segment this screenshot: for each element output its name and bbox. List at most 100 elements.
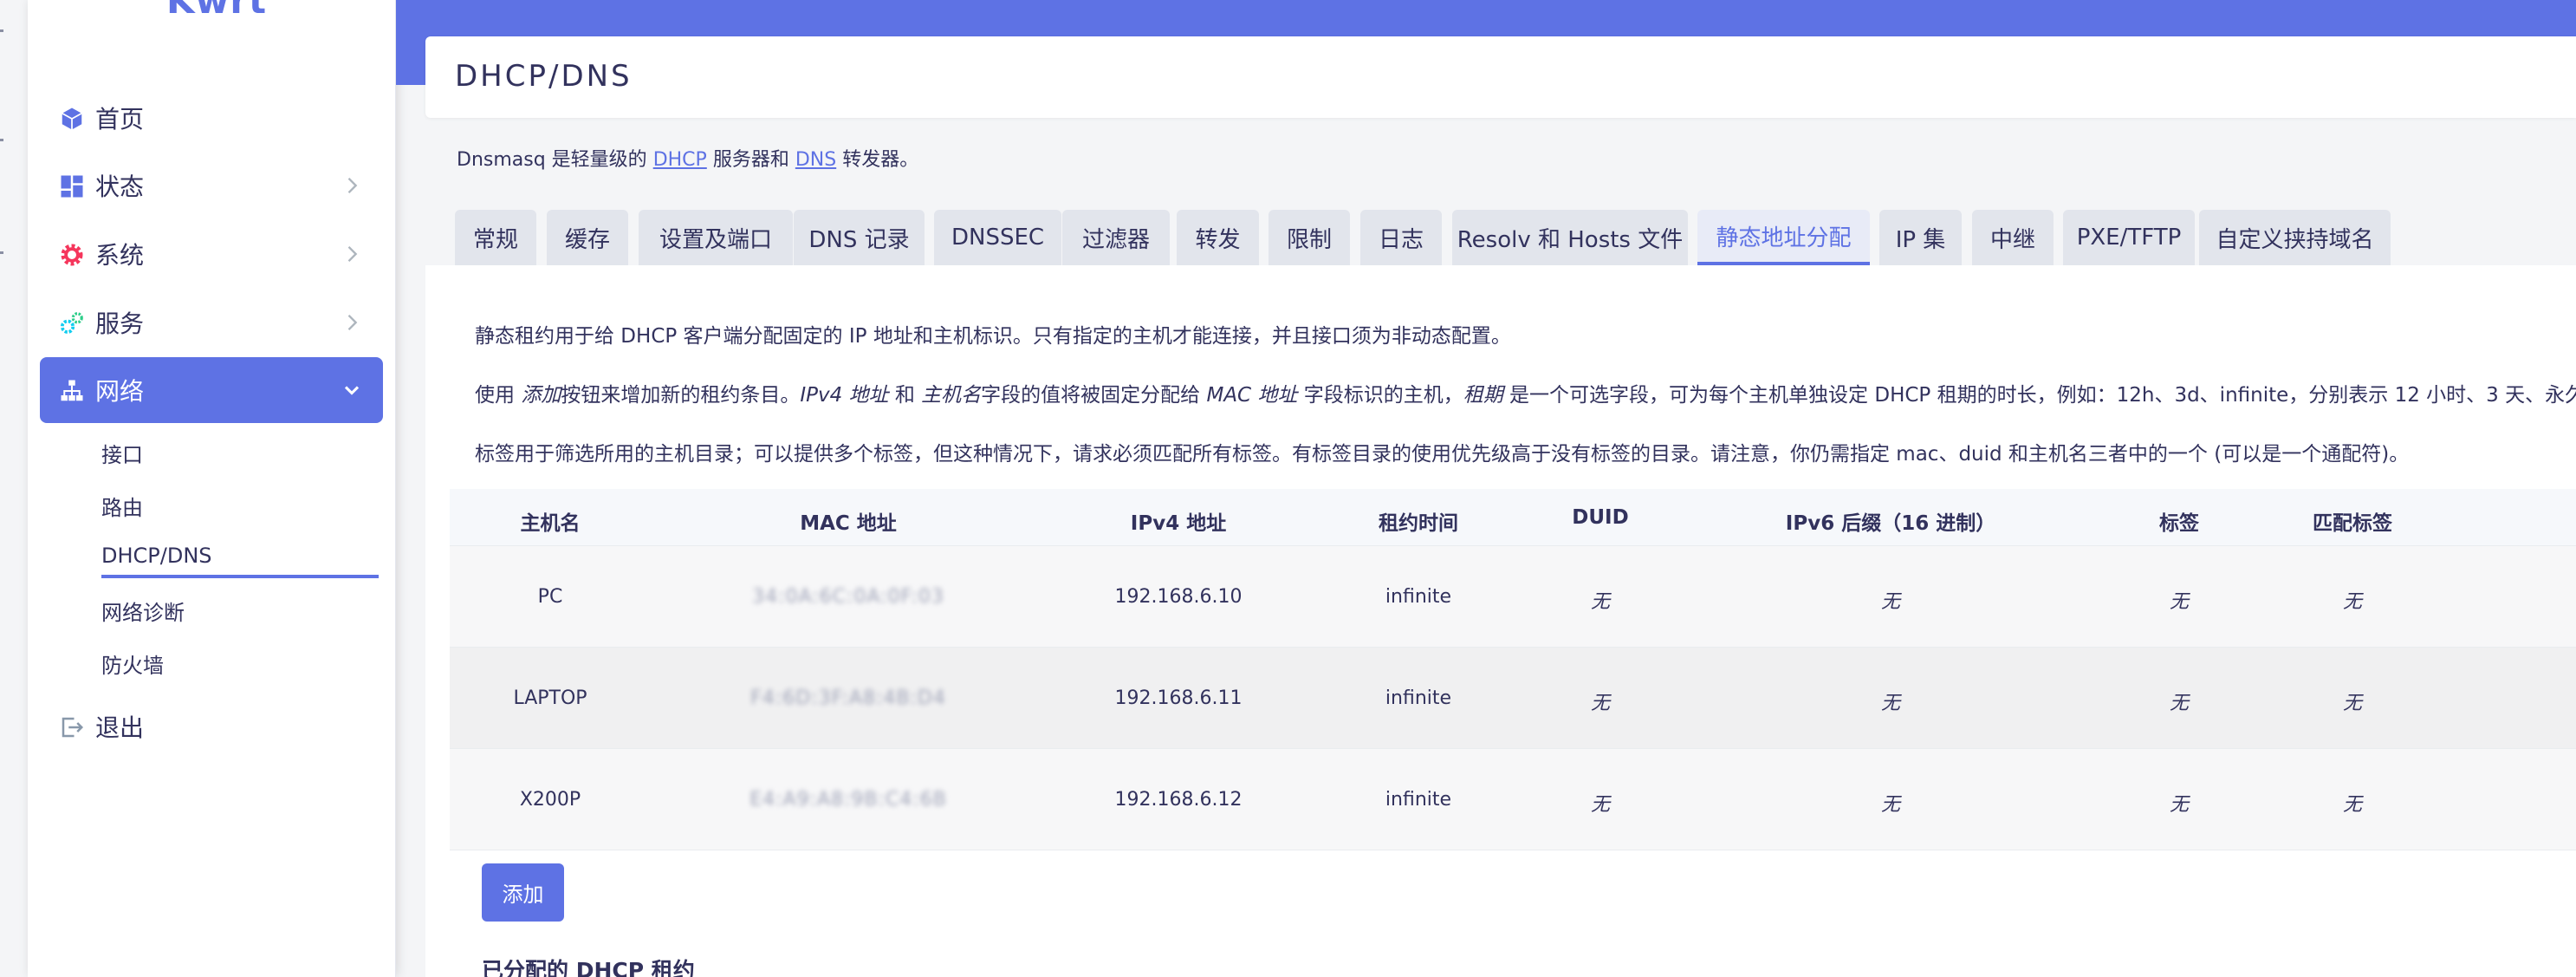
cell-ipv4: 192.168.6.10 <box>1114 586 1243 608</box>
help-text: 主机名 <box>921 384 982 407</box>
tab-relay[interactable]: 中继 <box>1972 210 2054 265</box>
chevron-right-icon <box>347 178 358 193</box>
cell-hostname: PC <box>537 586 563 608</box>
sidebar-item-network[interactable]: 网络 <box>40 357 383 423</box>
help-text: 和 <box>894 384 915 407</box>
sidebar-item-label: 状态 <box>95 173 145 201</box>
dns-link[interactable]: DNS <box>795 149 836 171</box>
help-text: 字段标识的主机， <box>1303 384 1463 407</box>
sidebar-item-label: 首页 <box>95 105 145 134</box>
column-header[interactable]: MAC 地址 <box>800 506 897 536</box>
cell-match-tag: 无 <box>2342 693 2363 714</box>
sidebar-item-home[interactable]: 首页 <box>40 85 383 151</box>
sidebar-item-status[interactable]: 状态 <box>40 153 383 218</box>
dhcp-link[interactable]: DHCP <box>653 149 707 171</box>
help-paragraph-2: 使用 添加按钮来增加新的租约条目。IPv4 地址 和 主机名字段的值将被固定分配… <box>475 378 2576 407</box>
desc-text: 服务器和 <box>712 149 789 171</box>
cell-ipv6: 无 <box>1880 693 1901 714</box>
tab-pxe-tftp[interactable]: PXE/TFTP <box>2063 210 2195 265</box>
cell-hostname: X200P <box>519 789 581 811</box>
network-icon <box>61 380 83 401</box>
tab-general[interactable]: 常规 <box>455 210 536 265</box>
column-header[interactable]: 标签 <box>2159 506 2199 536</box>
sidebar-item-label: 退出 <box>95 713 145 742</box>
chevron-right-icon <box>347 246 358 262</box>
tab-settings-ports[interactable]: 设置及端口 <box>639 210 793 265</box>
table-row[interactable]: X200P E4:A9:A8:9B:C4:6B 192.168.6.12 inf… <box>450 749 2576 850</box>
gear-icon <box>61 244 83 266</box>
table-row[interactable]: LAPTOP F4:6D:3F:A8:4B:D4 192.168.6.11 in… <box>450 648 2576 749</box>
column-header[interactable]: 匹配标签 <box>2313 506 2392 536</box>
tab-forwarding[interactable]: 转发 <box>1177 210 1259 265</box>
tab-ipsets[interactable]: IP 集 <box>1879 210 1962 265</box>
table-row[interactable]: PC 34:0A:6C:0A:0F:03 192.168.6.10 infini… <box>450 546 2576 648</box>
page-description: Dnsmasq 是轻量级的 DHCP 服务器和 DNS 转发器。 <box>457 144 918 172</box>
cell-duid: 无 <box>1590 591 1611 613</box>
dashboard-icon <box>61 175 83 198</box>
column-header[interactable]: IPv6 后缀（16 进制） <box>1786 506 1995 536</box>
cell-lease: infinite <box>1385 789 1452 811</box>
subnav-item-interfaces[interactable]: 接口 <box>101 432 379 473</box>
tab-limits[interactable]: 限制 <box>1269 210 1350 265</box>
sidebar-item-services[interactable]: 服务 <box>40 290 383 355</box>
tab-dnssec[interactable]: DNSSEC <box>934 210 1061 265</box>
help-text: MAC 地址 <box>1206 384 1298 407</box>
cell-ipv4: 192.168.6.11 <box>1114 687 1243 709</box>
cell-tag: 无 <box>2169 794 2190 816</box>
tab-cache[interactable]: 缓存 <box>547 210 628 265</box>
sidebar-item-label: 服务 <box>95 309 145 338</box>
sidebar-item-label: 系统 <box>95 241 145 270</box>
cell-tag: 无 <box>2169 693 2190 714</box>
cell-mac: 34:0A:6C:0A:0F:03 <box>752 586 944 608</box>
help-text: 字段的值将被固定分配给 <box>981 384 1201 407</box>
cell-ipv4: 192.168.6.12 <box>1114 789 1243 811</box>
table-header: 主机名 MAC 地址 IPv4 地址 租约时间 DUID IPv6 后缀（16 … <box>450 489 2576 546</box>
tab-log[interactable]: 日志 <box>1360 210 1442 265</box>
column-header[interactable]: 主机名 <box>521 506 581 536</box>
subnav-item-diagnostics[interactable]: 网络诊断 <box>101 589 379 631</box>
cell-hostname: LAPTOP <box>513 687 587 709</box>
cell-match-tag: 无 <box>2342 794 2363 816</box>
page-title: DHCP/DNS <box>455 59 633 94</box>
cell-ipv6: 无 <box>1880 794 1901 816</box>
help-paragraph-3: 标签用于筛选所用的主机目录；可以提供多个标签，但这种情况下，请求必须匹配所有标签… <box>475 443 2410 466</box>
cell-lease: infinite <box>1385 687 1452 709</box>
tab-dns-records[interactable]: DNS 记录 <box>794 210 925 265</box>
tab-filters[interactable]: 过滤器 <box>1062 210 1170 265</box>
sidebar-item-system[interactable]: 系统 <box>40 221 383 287</box>
tab-static-leases[interactable]: 静态地址分配 <box>1697 210 1870 265</box>
column-header[interactable]: IPv4 地址 <box>1131 506 1226 536</box>
edge-mark <box>0 29 3 32</box>
cell-ipv6: 无 <box>1880 591 1901 613</box>
column-header[interactable]: DUID <box>1572 506 1628 529</box>
column-header[interactable]: 租约时间 <box>1379 506 1458 536</box>
cell-duid: 无 <box>1590 794 1611 816</box>
help-paragraph-1: 静态租约用于给 DHCP 客户端分配固定的 IP 地址和主机标识。只有指定的主机… <box>475 325 1511 348</box>
puzzle-icon <box>60 312 83 334</box>
section-title-dhcp-leases: 已分配的 DHCP 租约 <box>482 958 695 977</box>
cell-mac: E4:A9:A8:9B:C4:6B <box>749 789 947 811</box>
cell-match-tag: 无 <box>2342 591 2363 613</box>
cell-tag: 无 <box>2169 591 2190 613</box>
logout-icon <box>62 717 84 738</box>
chevron-right-icon <box>347 315 358 330</box>
tab-custom-hijack-domain[interactable]: 自定义挟持域名 <box>2199 210 2391 265</box>
subnav-item-routes[interactable]: 路由 <box>101 485 379 526</box>
cell-mac: F4:6D:3F:A8:4B:D4 <box>750 687 946 709</box>
tab-resolv-hosts[interactable]: Resolv 和 Hosts 文件 <box>1452 210 1688 265</box>
sidebar-item-logout[interactable]: 退出 <box>40 694 383 759</box>
edge-mark <box>0 251 3 254</box>
brand-logo[interactable]: Kwrt <box>166 0 267 22</box>
help-text: 添加 <box>521 384 561 407</box>
help-text: 使用 <box>475 384 515 407</box>
add-lease-button[interactable]: 添加 <box>482 863 564 922</box>
subnav-item-firewall[interactable]: 防火墙 <box>101 642 379 684</box>
cell-lease: infinite <box>1385 586 1452 608</box>
cell-duid: 无 <box>1590 693 1611 714</box>
desc-text: Dnsmasq 是轻量级的 <box>457 149 647 171</box>
edge-mark <box>0 139 3 141</box>
sidebar-item-label: 网络 <box>95 377 145 406</box>
left-edge-strip <box>0 0 28 977</box>
help-text: 按钮来增加新的租约条目。 <box>561 384 801 407</box>
subnav-item-dhcp-dns[interactable]: DHCP/DNS <box>101 537 379 578</box>
